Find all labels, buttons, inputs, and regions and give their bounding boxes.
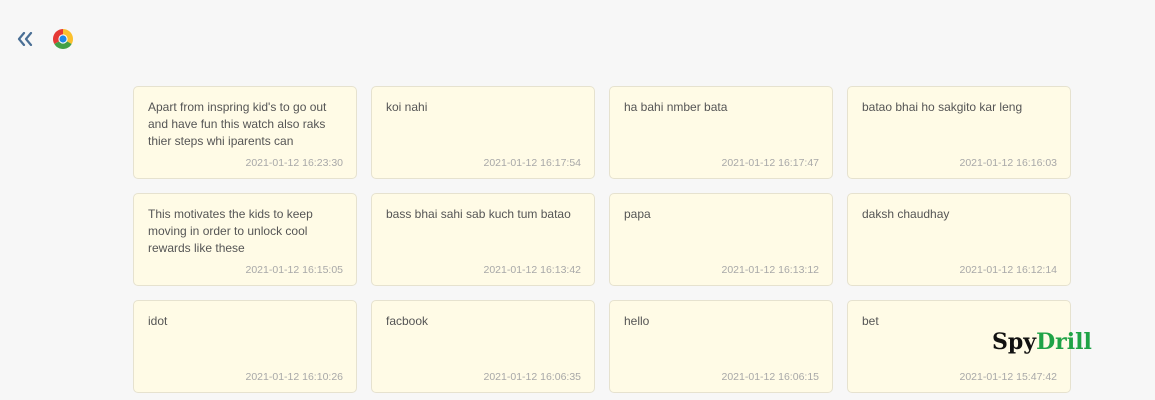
message-timestamp: 2021-01-12 16:15:05 [245, 264, 344, 276]
message-timestamp: 2021-01-12 16:10:26 [245, 371, 344, 383]
message-timestamp: 2021-01-12 15:47:42 [959, 371, 1058, 383]
message-grid: Apart from inspring kid's to go out and … [133, 86, 1071, 393]
message-text: idot [148, 314, 168, 328]
brand-name-part2: Drill [1036, 329, 1092, 355]
message-card[interactable]: koi nahi 2021-01-12 16:17:54 [371, 86, 595, 179]
brand-watermark: SpyDrill [992, 329, 1092, 355]
message-card[interactable]: ha bahi nmber bata 2021-01-12 16:17:47 [609, 86, 833, 179]
message-card[interactable]: daksh chaudhay 2021-01-12 16:12:14 [847, 193, 1071, 286]
message-text: hello [624, 314, 650, 328]
message-text: papa [624, 207, 651, 221]
message-text: facbook [386, 314, 429, 328]
message-card[interactable]: papa 2021-01-12 16:13:12 [609, 193, 833, 286]
message-timestamp: 2021-01-12 16:06:35 [483, 371, 582, 383]
message-card[interactable]: Apart from inspring kid's to go out and … [133, 86, 357, 179]
message-timestamp: 2021-01-12 16:13:42 [483, 264, 582, 276]
message-timestamp: 2021-01-12 16:13:12 [721, 264, 820, 276]
message-text: batao bhai ho sakgito kar leng [862, 100, 1023, 114]
top-toolbar [14, 28, 74, 50]
chrome-icon [52, 28, 74, 50]
message-card[interactable]: batao bhai ho sakgito kar leng 2021-01-1… [847, 86, 1071, 179]
message-card[interactable]: idot 2021-01-12 16:10:26 [133, 300, 357, 393]
message-card[interactable]: hello 2021-01-12 16:06:15 [609, 300, 833, 393]
message-timestamp: 2021-01-12 16:06:15 [721, 371, 820, 383]
message-text: ha bahi nmber bata [624, 100, 728, 114]
back-button[interactable] [14, 28, 36, 50]
message-timestamp: 2021-01-12 16:17:47 [721, 157, 820, 169]
message-card[interactable]: bass bhai sahi sab kuch tum batao 2021-0… [371, 193, 595, 286]
message-timestamp: 2021-01-12 16:17:54 [483, 157, 582, 169]
message-text: This motivates the kids to keep moving i… [148, 207, 313, 255]
message-text: bass bhai sahi sab kuch tum batao [386, 207, 571, 221]
message-card[interactable]: facbook 2021-01-12 16:06:35 [371, 300, 595, 393]
message-text: koi nahi [386, 100, 428, 114]
message-text: Apart from inspring kid's to go out and … [148, 100, 327, 148]
brand-name-part1: Spy [992, 329, 1037, 355]
message-card[interactable]: This motivates the kids to keep moving i… [133, 193, 357, 286]
message-text: daksh chaudhay [862, 207, 950, 221]
notes-page: Apart from inspring kid's to go out and … [0, 0, 1155, 400]
message-timestamp: 2021-01-12 16:12:14 [959, 264, 1058, 276]
message-timestamp: 2021-01-12 16:16:03 [959, 157, 1058, 169]
double-chevron-left-icon [17, 32, 33, 46]
message-timestamp: 2021-01-12 16:23:30 [245, 157, 344, 169]
